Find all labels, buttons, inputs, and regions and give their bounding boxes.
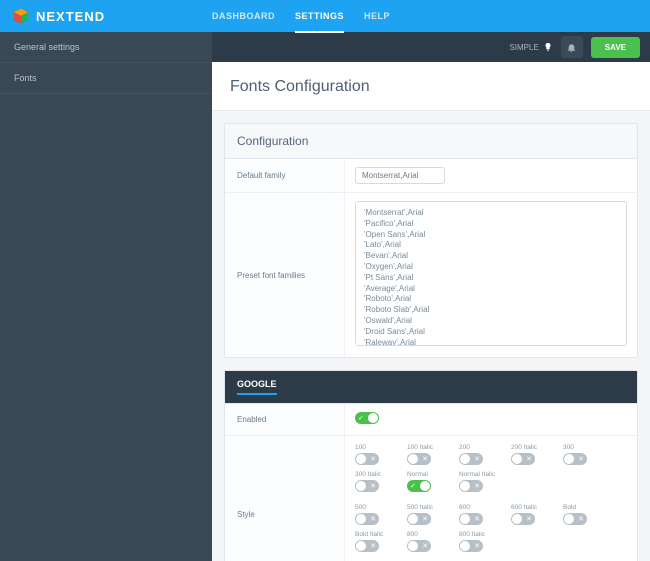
toggle-switch[interactable] xyxy=(563,513,587,525)
toggle-item: 600 xyxy=(459,504,501,525)
style-toggle-grid: 100 100 Italic 200 200 Italic 300 300 Italic N… xyxy=(355,444,627,561)
toggle-switch[interactable] xyxy=(355,453,379,465)
page-title: Fonts Configuration xyxy=(230,78,632,96)
toggle-item: Bold xyxy=(563,504,605,525)
toggle-item: 500 xyxy=(355,504,397,525)
toggle-label: 200 xyxy=(459,444,501,451)
toggle-label: 600 Italic xyxy=(511,504,553,511)
google-panel-heading: GOOGLE xyxy=(225,371,637,404)
toggle-switch[interactable] xyxy=(355,513,379,525)
brand-name: NEXTEND xyxy=(36,9,105,24)
toggle-item: Bold Italic xyxy=(355,531,397,552)
toggle-label: Normal xyxy=(407,471,449,478)
toggle-label: 300 Italic xyxy=(355,471,397,478)
toggle-switch[interactable] xyxy=(459,513,483,525)
config-panel-heading: Configuration xyxy=(225,124,637,159)
bell-icon xyxy=(566,42,577,53)
topbar: NEXTEND DASHBOARD SETTINGS HELP xyxy=(0,0,650,32)
toggle-item: 100 xyxy=(355,444,397,465)
lightbulb-icon xyxy=(543,42,553,52)
page-header: Fonts Configuration xyxy=(212,62,650,111)
toggle-item: Normal xyxy=(407,471,449,492)
mode-simple[interactable]: SIMPLE xyxy=(509,42,552,52)
google-enabled-toggle[interactable] xyxy=(355,412,379,424)
toggle-item: 100 Italic xyxy=(407,444,449,465)
content: SIMPLE SAVE Fonts Configuration Configur… xyxy=(212,32,650,561)
toggle-label: 600 xyxy=(459,504,501,511)
google-panel: GOOGLE Enabled Style 100 100 Italic 200 200… xyxy=(224,370,638,561)
toggle-label: 800 Italic xyxy=(459,531,501,538)
mode-label: SIMPLE xyxy=(509,43,538,52)
toggle-switch[interactable] xyxy=(407,540,431,552)
main-nav: DASHBOARD SETTINGS HELP xyxy=(212,1,390,31)
default-family-label: Default family xyxy=(225,159,345,192)
toggle-label: Bold xyxy=(563,504,605,511)
nav-settings[interactable]: SETTINGS xyxy=(295,1,344,31)
sidebar-item-general[interactable]: General settings xyxy=(0,32,212,63)
toggle-switch[interactable] xyxy=(459,540,483,552)
toggle-label: 200 Italic xyxy=(511,444,553,451)
google-style-label: Style xyxy=(225,436,345,561)
toggle-item: 300 xyxy=(563,444,605,465)
default-family-input[interactable] xyxy=(355,167,445,184)
toggle-switch[interactable] xyxy=(407,480,431,492)
notifications-button[interactable] xyxy=(561,36,583,58)
toggle-switch[interactable] xyxy=(355,540,379,552)
toggle-switch[interactable] xyxy=(511,453,535,465)
preset-families-textarea[interactable] xyxy=(355,201,627,346)
toggle-switch[interactable] xyxy=(459,453,483,465)
toggle-switch[interactable] xyxy=(407,453,431,465)
toggle-item: Normal Italic xyxy=(459,471,501,492)
toggle-item: 500 Italic xyxy=(407,504,449,525)
toggle-switch[interactable] xyxy=(355,480,379,492)
nav-help[interactable]: HELP xyxy=(364,1,390,31)
toggle-switch[interactable] xyxy=(563,453,587,465)
content-toolbar: SIMPLE SAVE xyxy=(212,32,650,62)
sidebar-item-fonts[interactable]: Fonts xyxy=(0,63,212,94)
toggle-switch[interactable] xyxy=(511,513,535,525)
toggle-label: 800 xyxy=(407,531,449,538)
logo-cube-icon xyxy=(12,7,30,25)
nav-dashboard[interactable]: DASHBOARD xyxy=(212,1,275,31)
google-enabled-label: Enabled xyxy=(225,404,345,435)
logo: NEXTEND xyxy=(12,7,212,25)
toggle-item: 800 Italic xyxy=(459,531,501,552)
toggle-switch[interactable] xyxy=(407,513,431,525)
toggle-item: 200 Italic xyxy=(511,444,553,465)
config-panel: Configuration Default family Preset font… xyxy=(224,123,638,358)
toggle-item: 200 xyxy=(459,444,501,465)
toggle-label: 100 Italic xyxy=(407,444,449,451)
toggle-label: Bold Italic xyxy=(355,531,397,538)
toggle-label: 100 xyxy=(355,444,397,451)
toggle-item: 300 Italic xyxy=(355,471,397,492)
toggle-label: 300 xyxy=(563,444,605,451)
preset-families-label: Preset font families xyxy=(225,193,345,357)
toggle-switch[interactable] xyxy=(459,480,483,492)
save-button[interactable]: SAVE xyxy=(591,37,640,58)
toggle-item: 800 xyxy=(407,531,449,552)
toggle-label: 500 xyxy=(355,504,397,511)
sidebar: General settings Fonts xyxy=(0,32,212,561)
toggle-label: 500 Italic xyxy=(407,504,449,511)
toggle-label: Normal Italic xyxy=(459,471,501,478)
toggle-item: 600 Italic xyxy=(511,504,553,525)
